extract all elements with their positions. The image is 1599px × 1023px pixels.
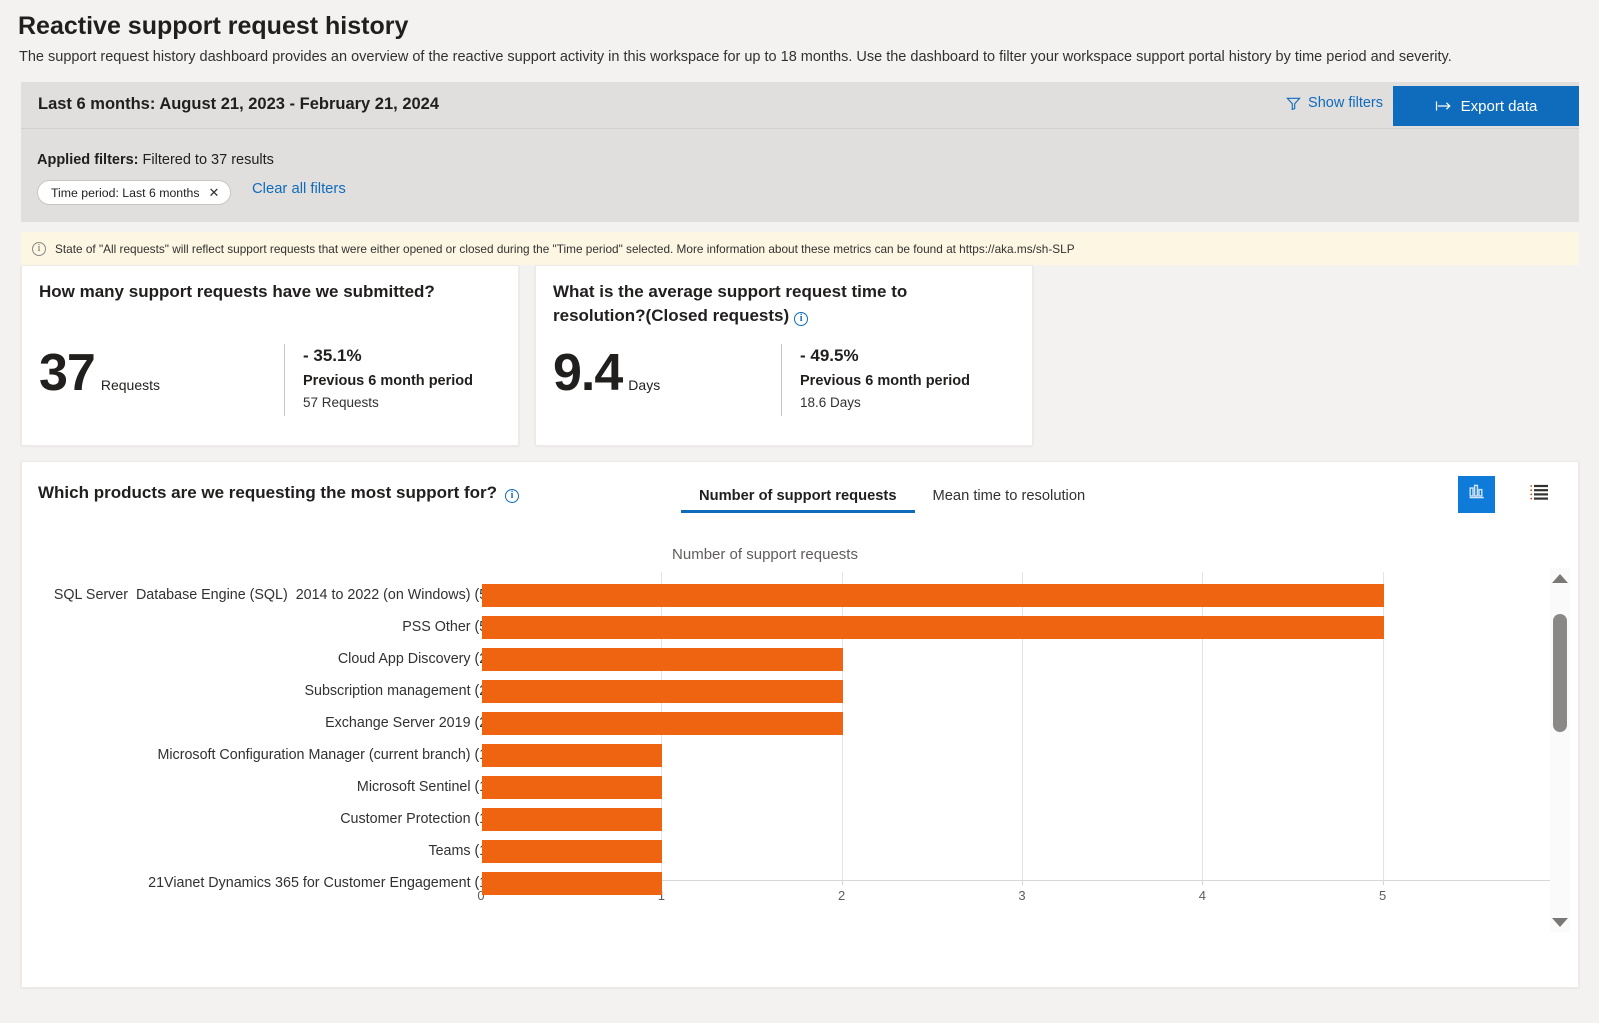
date-range-label: Last 6 months: August 21, 2023 - Februar… bbox=[38, 95, 440, 113]
category-label: PSS Other (5) bbox=[402, 619, 492, 635]
plot-title: Number of support requests bbox=[672, 546, 858, 563]
show-filters-label: Show filters bbox=[1308, 95, 1383, 111]
tab-mean-time-to-resolution[interactable]: Mean time to resolution bbox=[915, 482, 1104, 513]
kpi-question-text: What is the average support request time… bbox=[553, 282, 908, 325]
bar-chart-icon bbox=[1467, 482, 1487, 507]
chart-question: Which products are we requesting the mos… bbox=[38, 483, 520, 503]
bar[interactable] bbox=[482, 584, 1384, 607]
info-banner-text: State of "All requests" will reflect sup… bbox=[55, 241, 1075, 256]
kpi-delta-block: - 35.1% Previous 6 month period 57 Reque… bbox=[284, 344, 473, 416]
page-subtitle: The support request history dashboard pr… bbox=[19, 49, 1452, 65]
chart-question-text: Which products are we requesting the mos… bbox=[38, 483, 498, 502]
applied-filters-area: Applied filters: Filtered to 37 results … bbox=[21, 129, 1579, 222]
dashboard-page: Reactive support request history The sup… bbox=[0, 0, 1599, 1023]
applied-filters-text: Applied filters: Filtered to 37 results bbox=[37, 152, 274, 168]
kpi-delta-percent: - 49.5% bbox=[800, 346, 859, 365]
kpi-unit: Requests bbox=[100, 377, 160, 393]
kpi-value: 37 bbox=[39, 344, 96, 402]
x-axis-tick-label: 5 bbox=[1379, 888, 1387, 903]
x-axis-tick-label: 2 bbox=[838, 888, 846, 903]
kpi-main-value-group: 9.4 Days bbox=[553, 343, 660, 403]
category-label: Exchange Server 2019 (2) bbox=[325, 715, 492, 731]
chart-scrollbar[interactable] bbox=[1550, 568, 1570, 932]
list-view-icon bbox=[1529, 483, 1550, 506]
category-label: SQL Server Database Engine (SQL) 2014 to… bbox=[53, 587, 492, 603]
bar[interactable] bbox=[482, 744, 663, 767]
scroll-down-arrow-icon[interactable] bbox=[1550, 912, 1570, 932]
category-label: Subscription management (2) bbox=[304, 683, 492, 699]
bar[interactable] bbox=[482, 712, 843, 735]
kpi-main-value-group: 37 Requests bbox=[39, 343, 160, 403]
bar-chart-view-button[interactable] bbox=[1458, 476, 1495, 513]
kpi-question: What is the average support request time… bbox=[553, 280, 983, 328]
bar-chart-plot: 0123456SQL Server Database Engine (SQL) … bbox=[22, 572, 1580, 932]
category-label: Microsoft Sentinel (1) bbox=[356, 779, 492, 795]
category-label: Customer Protection (1) bbox=[340, 811, 492, 827]
funnel-icon bbox=[1286, 96, 1301, 111]
kpi-question: How many support requests have we submit… bbox=[39, 282, 435, 301]
info-circle-icon: i bbox=[32, 241, 46, 256]
bar[interactable] bbox=[482, 648, 843, 671]
filter-strip-header: Last 6 months: August 21, 2023 - Februar… bbox=[21, 82, 1579, 129]
tab-number-of-support-requests[interactable]: Number of support requests bbox=[681, 482, 915, 513]
kpi-delta-percent: - 35.1% bbox=[303, 346, 362, 365]
bar[interactable] bbox=[482, 680, 843, 703]
kpi-value: 9.4 bbox=[553, 344, 623, 402]
kpi-card-resolution: What is the average support request time… bbox=[535, 265, 1033, 446]
bar[interactable] bbox=[482, 776, 663, 799]
export-arrow-icon bbox=[1435, 99, 1452, 113]
list-view-button[interactable] bbox=[1521, 476, 1558, 513]
category-label: 21Vianet Dynamics 365 for Customer Engag… bbox=[148, 875, 492, 891]
x-axis-tick-label: 4 bbox=[1198, 888, 1206, 903]
bar[interactable] bbox=[482, 840, 663, 863]
kpi-unit: Days bbox=[628, 377, 661, 393]
kpi-delta-label: Previous 6 month period bbox=[303, 373, 473, 389]
chart-tabs: Number of support requests Mean time to … bbox=[681, 482, 1103, 513]
kpi-delta-label: Previous 6 month period bbox=[800, 373, 970, 389]
bar[interactable] bbox=[482, 808, 663, 831]
export-data-label: Export data bbox=[1460, 97, 1538, 115]
clear-all-filters-link[interactable]: Clear all filters bbox=[252, 181, 346, 197]
view-toggle-group bbox=[1458, 476, 1558, 513]
applied-filters-label: Applied filters: bbox=[37, 152, 139, 168]
kpi-delta-previous: 57 Requests bbox=[303, 395, 379, 410]
filter-pill-time-period[interactable]: Time period: Last 6 months ✕ bbox=[37, 180, 232, 205]
filter-strip: Last 6 months: August 21, 2023 - Februar… bbox=[21, 82, 1579, 222]
bar[interactable] bbox=[482, 872, 663, 895]
category-label: Microsoft Configuration Manager (current… bbox=[157, 747, 492, 763]
bar[interactable] bbox=[482, 616, 1384, 639]
export-data-button[interactable]: Export data bbox=[1393, 86, 1579, 126]
page-title: Reactive support request history bbox=[18, 12, 409, 40]
scrollbar-thumb[interactable] bbox=[1553, 614, 1567, 732]
x-axis-tick-label: 3 bbox=[1018, 888, 1026, 903]
info-banner: i State of "All requests" will reflect s… bbox=[21, 232, 1579, 265]
close-icon[interactable]: ✕ bbox=[209, 186, 220, 199]
category-label: Cloud App Discovery (2) bbox=[337, 651, 492, 667]
kpi-card-requests: How many support requests have we submit… bbox=[21, 265, 519, 446]
applied-filters-value: Filtered to 37 results bbox=[142, 152, 274, 168]
info-circle-icon[interactable]: i bbox=[505, 489, 520, 503]
filter-pill-label: Time period: Last 6 months bbox=[51, 185, 200, 200]
products-chart-card: Which products are we requesting the mos… bbox=[21, 461, 1579, 988]
scroll-up-arrow-icon[interactable] bbox=[1550, 568, 1570, 588]
kpi-delta-block: - 49.5% Previous 6 month period 18.6 Day… bbox=[781, 344, 970, 416]
show-filters-button[interactable]: Show filters bbox=[1286, 95, 1383, 111]
kpi-delta-previous: 18.6 Days bbox=[800, 395, 861, 410]
info-circle-icon[interactable]: i bbox=[794, 312, 809, 326]
